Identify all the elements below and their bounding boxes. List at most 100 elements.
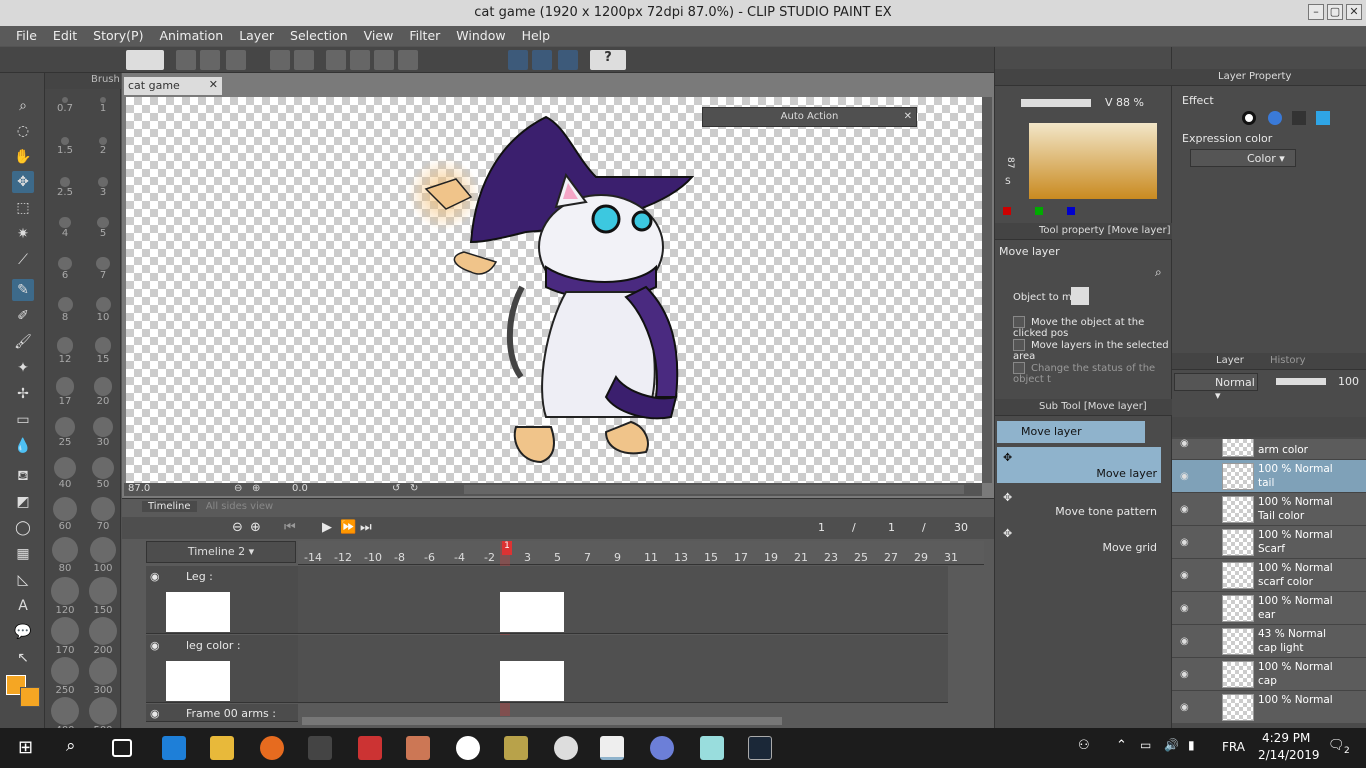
value-slider[interactable]: [1021, 99, 1091, 107]
steam-icon[interactable]: [748, 736, 772, 760]
brush-size-item[interactable]: 70: [85, 497, 121, 532]
language-indicator[interactable]: FRA: [1222, 740, 1245, 754]
clock-time[interactable]: 4:29 PM: [1262, 731, 1310, 745]
selection-icon[interactable]: ⬚: [12, 197, 34, 219]
search-icon[interactable]: ⌕: [66, 736, 76, 756]
eye-icon[interactable]: ◉: [150, 707, 160, 720]
file-explorer-icon[interactable]: [210, 736, 234, 760]
cel-frame[interactable]: [500, 661, 564, 701]
timeline-horizontal-scrollbar[interactable]: [302, 717, 782, 725]
app-icon[interactable]: [308, 736, 332, 760]
canvas-tab[interactable]: cat game ✕: [124, 77, 222, 95]
first-frame-icon[interactable]: ⏮: [284, 520, 296, 535]
object-layer-icon[interactable]: [1071, 287, 1089, 305]
menu-view[interactable]: View: [364, 26, 394, 46]
brush-size-item[interactable]: 7: [85, 257, 121, 281]
canvas-horizontal-scrollbar[interactable]: [464, 485, 964, 494]
menu-animation[interactable]: Animation: [159, 26, 223, 46]
playhead[interactable]: 1: [502, 541, 512, 555]
balloon-icon[interactable]: 💬: [12, 621, 34, 643]
zoom-icon[interactable]: ⌕: [12, 95, 34, 117]
track-header-leg-color[interactable]: ◉ leg color :: [146, 635, 298, 703]
zoom-in-timeline-icon[interactable]: ⊕: [250, 520, 261, 535]
maximize-button[interactable]: ▢: [1327, 4, 1343, 20]
brush-size-item[interactable]: 200: [85, 617, 121, 656]
tab-history[interactable]: History: [1270, 355, 1306, 366]
brush-size-item[interactable]: 3: [85, 177, 121, 198]
menu-selection[interactable]: Selection: [290, 26, 348, 46]
track-header-arms[interactable]: ◉ Frame 00 arms :: [146, 704, 298, 722]
notification-icon[interactable]: 🗨: [1328, 738, 1345, 753]
discord-icon[interactable]: [650, 736, 674, 760]
canvas-vertical-scrollbar[interactable]: [982, 97, 992, 483]
option-selected-area[interactable]: Move layers in the selected area: [1013, 339, 1171, 362]
snap-grid-icon[interactable]: [532, 50, 552, 70]
brush-size-item[interactable]: 30: [85, 417, 121, 448]
wattpad-icon[interactable]: [456, 736, 480, 760]
brush-tab[interactable]: Brush: [45, 73, 121, 89]
opacity-slider[interactable]: [1276, 378, 1326, 385]
brush-size-item[interactable]: 17: [47, 377, 83, 407]
opacity-value[interactable]: 100: [1338, 375, 1359, 388]
brush-size-item[interactable]: 170: [47, 617, 83, 656]
tray-chevron-icon[interactable]: ⌃: [1116, 738, 1127, 753]
eye-icon[interactable]: ◉: [150, 639, 160, 652]
option-clicked-pos[interactable]: Move the object at the clicked pos: [1013, 316, 1171, 339]
brush-size-item[interactable]: 100: [85, 537, 121, 574]
sub-tool-move-tone[interactable]: ✥ Move tone pattern: [997, 487, 1161, 521]
layer-eye-icon[interactable]: ◉: [1180, 636, 1189, 647]
layer-row[interactable]: ◉ 100 % Normal scarf color: [1172, 559, 1366, 592]
snap-special-icon[interactable]: [558, 50, 578, 70]
layer-row[interactable]: ◉ 100 % Normal Scarf: [1172, 526, 1366, 559]
layer-row[interactable]: ◉ 100 % Normal arm color: [1172, 439, 1366, 460]
clip-studio-taskbar-icon[interactable]: [554, 736, 578, 760]
blend-icon[interactable]: 💧: [12, 435, 34, 457]
brush-size-item[interactable]: 0.7: [47, 97, 83, 114]
task-view-icon[interactable]: [112, 739, 132, 757]
tab-all-sides-view[interactable]: All sides view: [200, 501, 279, 512]
clip-studio-icon[interactable]: [126, 50, 164, 70]
brush-size-item[interactable]: 10: [85, 297, 121, 323]
new-file-icon[interactable]: [176, 50, 196, 70]
sub-color-swatch[interactable]: [20, 687, 40, 707]
layer-eye-icon[interactable]: ◉: [1180, 570, 1189, 581]
frame-icon[interactable]: ▦: [12, 543, 34, 565]
zoom-in-icon[interactable]: ⊕: [252, 483, 260, 494]
figure-icon[interactable]: ◯: [12, 517, 34, 539]
track-header-leg[interactable]: ◉ Leg :: [146, 566, 298, 634]
brush-size-item[interactable]: 8: [47, 297, 83, 323]
minimize-button[interactable]: –: [1308, 4, 1324, 20]
cel-frame[interactable]: [500, 592, 564, 632]
snap-ruler-icon[interactable]: [508, 50, 528, 70]
blue-swatch[interactable]: [1067, 207, 1075, 215]
eyedropper-icon[interactable]: ⟋: [12, 249, 34, 271]
clip-studio-paint-taskbar-icon[interactable]: [600, 736, 624, 760]
menu-filter[interactable]: Filter: [409, 26, 440, 46]
brush-size-item[interactable]: 1.5: [47, 137, 83, 156]
menu-window[interactable]: Window: [456, 26, 505, 46]
layer-eye-icon[interactable]: ◉: [1180, 471, 1189, 482]
battery-icon[interactable]: ▮: [1188, 738, 1195, 752]
brush-size-item[interactable]: 5: [85, 217, 121, 239]
layer-eye-icon[interactable]: ◉: [1180, 537, 1189, 548]
eraser-icon[interactable]: ▭: [12, 409, 34, 431]
tab-timeline[interactable]: Timeline: [142, 501, 197, 512]
crop-icon[interactable]: [398, 50, 418, 70]
track-leg[interactable]: [298, 566, 948, 634]
brush-size-item[interactable]: 6: [47, 257, 83, 281]
app-icon-2[interactable]: [358, 736, 382, 760]
undo-icon[interactable]: [270, 50, 290, 70]
option-change-status[interactable]: Change the status of the object t: [1013, 362, 1171, 385]
rotate-left-icon[interactable]: ↺: [392, 483, 400, 494]
brush-icon[interactable]: 🖌: [12, 331, 34, 353]
pencil-icon[interactable]: ✐: [12, 305, 34, 327]
brush-size-item[interactable]: 40: [47, 457, 83, 490]
search-icon[interactable]: ⌕: [1155, 265, 1162, 280]
brush-size-item[interactable]: 50: [85, 457, 121, 490]
gradient-icon[interactable]: ◩: [12, 491, 34, 513]
pencil-app-icon[interactable]: [406, 736, 430, 760]
effect-layer-color-icon[interactable]: [1316, 111, 1330, 125]
layer-eye-icon[interactable]: ◉: [1180, 702, 1189, 713]
layer-row[interactable]: ◉ 100 % Normal cap: [1172, 658, 1366, 691]
brush-size-item[interactable]: 60: [47, 497, 83, 532]
